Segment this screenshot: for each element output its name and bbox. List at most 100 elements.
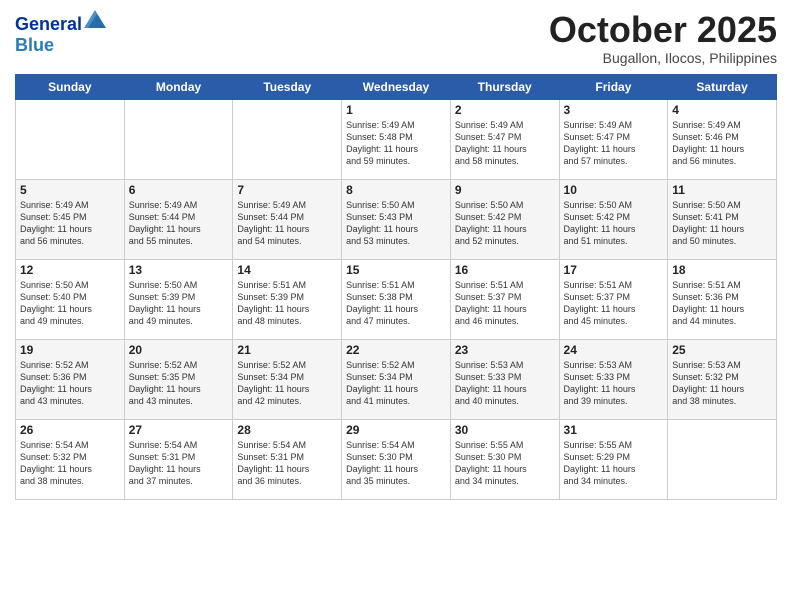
- calendar-cell: 5 Sunrise: 5:49 AM Sunset: 5:45 PM Daylig…: [16, 179, 125, 259]
- calendar-week-1: 1 Sunrise: 5:49 AM Sunset: 5:48 PM Daylig…: [16, 99, 777, 179]
- cell-detail: Sunrise: 5:54 AM Sunset: 5:32 PM Dayligh…: [20, 439, 120, 488]
- day-number: 15: [346, 263, 446, 277]
- calendar-cell: [233, 99, 342, 179]
- cell-detail: Sunrise: 5:49 AM Sunset: 5:45 PM Dayligh…: [20, 199, 120, 248]
- calendar-week-4: 19Sunrise: 5:52 AM Sunset: 5:36 PM Dayli…: [16, 339, 777, 419]
- day-number: 10: [564, 183, 664, 197]
- cell-detail: Sunrise: 5:53 AM Sunset: 5:33 PM Dayligh…: [455, 359, 555, 408]
- calendar-cell: [668, 419, 777, 499]
- logo-general: General: [15, 14, 82, 35]
- weekday-header-monday: Monday: [124, 74, 233, 99]
- calendar-cell: 31 Sunrise: 5:55 AM Sunset: 5:29 PM Dayli…: [559, 419, 668, 499]
- cell-detail: Sunrise: 5:52 AM Sunset: 5:34 PM Dayligh…: [346, 359, 446, 408]
- day-number: 30: [455, 423, 555, 437]
- day-number: 26: [20, 423, 120, 437]
- calendar-cell: 21 Sunrise: 5:52 AM Sunset: 5:34 PM Dayli…: [233, 339, 342, 419]
- day-number: 13: [129, 263, 229, 277]
- weekday-header-thursday: Thursday: [450, 74, 559, 99]
- calendar-cell: 29 Sunrise: 5:54 AM Sunset: 5:30 PM Dayli…: [342, 419, 451, 499]
- cell-detail: Sunrise: 5:49 AM Sunset: 5:44 PM Dayligh…: [237, 199, 337, 248]
- calendar-cell: 1 Sunrise: 5:49 AM Sunset: 5:48 PM Daylig…: [342, 99, 451, 179]
- weekday-header-saturday: Saturday: [668, 74, 777, 99]
- calendar-cell: 13 Sunrise: 5:50 AM Sunset: 5:39 PM Dayli…: [124, 259, 233, 339]
- calendar-cell: 28 Sunrise: 5:54 AM Sunset: 5:31 PM Dayli…: [233, 419, 342, 499]
- cell-detail: Sunrise: 5:49 AM Sunset: 5:46 PM Dayligh…: [672, 119, 772, 168]
- day-number: 9: [455, 183, 555, 197]
- day-number: 17: [564, 263, 664, 277]
- calendar-header-row: SundayMondayTuesdayWednesdayThursdayFrid…: [16, 74, 777, 99]
- calendar-cell: [124, 99, 233, 179]
- cell-detail: Sunrise: 5:52 AM Sunset: 5:34 PM Dayligh…: [237, 359, 337, 408]
- cell-detail: Sunrise: 5:49 AM Sunset: 5:48 PM Dayligh…: [346, 119, 446, 168]
- day-number: 28: [237, 423, 337, 437]
- calendar-cell: 4 Sunrise: 5:49 AM Sunset: 5:46 PM Daylig…: [668, 99, 777, 179]
- cell-detail: Sunrise: 5:49 AM Sunset: 5:44 PM Dayligh…: [129, 199, 229, 248]
- day-number: 16: [455, 263, 555, 277]
- calendar-cell: 3Sunrise: 5:49 AM Sunset: 5:47 PM Daylig…: [559, 99, 668, 179]
- page: General Blue October 2025 Bugallon, Iloc…: [0, 0, 792, 612]
- day-number: 18: [672, 263, 772, 277]
- cell-detail: Sunrise: 5:50 AM Sunset: 5:42 PM Dayligh…: [564, 199, 664, 248]
- day-number: 24: [564, 343, 664, 357]
- calendar-cell: 17 Sunrise: 5:51 AM Sunset: 5:37 PM Dayli…: [559, 259, 668, 339]
- calendar-cell: 11Sunrise: 5:50 AM Sunset: 5:41 PM Dayli…: [668, 179, 777, 259]
- calendar-cell: 30 Sunrise: 5:55 AM Sunset: 5:30 PM Dayli…: [450, 419, 559, 499]
- calendar-cell: 25 Sunrise: 5:53 AM Sunset: 5:32 PM Dayli…: [668, 339, 777, 419]
- day-number: 3: [564, 103, 664, 117]
- day-number: 8: [346, 183, 446, 197]
- logo-icon: [84, 10, 106, 28]
- calendar-cell: 7 Sunrise: 5:49 AM Sunset: 5:44 PM Daylig…: [233, 179, 342, 259]
- calendar-week-5: 26 Sunrise: 5:54 AM Sunset: 5:32 PM Dayli…: [16, 419, 777, 499]
- cell-detail: Sunrise: 5:51 AM Sunset: 5:36 PM Dayligh…: [672, 279, 772, 328]
- day-number: 6: [129, 183, 229, 197]
- calendar-cell: 8Sunrise: 5:50 AM Sunset: 5:43 PM Daylig…: [342, 179, 451, 259]
- cell-detail: Sunrise: 5:53 AM Sunset: 5:32 PM Dayligh…: [672, 359, 772, 408]
- calendar-cell: 14Sunrise: 5:51 AM Sunset: 5:39 PM Dayli…: [233, 259, 342, 339]
- calendar-cell: 20Sunrise: 5:52 AM Sunset: 5:35 PM Dayli…: [124, 339, 233, 419]
- day-number: 1: [346, 103, 446, 117]
- day-number: 29: [346, 423, 446, 437]
- cell-detail: Sunrise: 5:52 AM Sunset: 5:35 PM Dayligh…: [129, 359, 229, 408]
- calendar-cell: 15Sunrise: 5:51 AM Sunset: 5:38 PM Dayli…: [342, 259, 451, 339]
- cell-detail: Sunrise: 5:50 AM Sunset: 5:42 PM Dayligh…: [455, 199, 555, 248]
- cell-detail: Sunrise: 5:55 AM Sunset: 5:29 PM Dayligh…: [564, 439, 664, 488]
- title-block: October 2025 Bugallon, Ilocos, Philippin…: [549, 10, 777, 66]
- logo: General Blue: [15, 14, 106, 55]
- weekday-header-wednesday: Wednesday: [342, 74, 451, 99]
- day-number: 31: [564, 423, 664, 437]
- cell-detail: Sunrise: 5:49 AM Sunset: 5:47 PM Dayligh…: [455, 119, 555, 168]
- header: General Blue October 2025 Bugallon, Iloc…: [15, 10, 777, 66]
- cell-detail: Sunrise: 5:54 AM Sunset: 5:31 PM Dayligh…: [237, 439, 337, 488]
- day-number: 14: [237, 263, 337, 277]
- cell-detail: Sunrise: 5:52 AM Sunset: 5:36 PM Dayligh…: [20, 359, 120, 408]
- calendar-cell: 26 Sunrise: 5:54 AM Sunset: 5:32 PM Dayli…: [16, 419, 125, 499]
- logo-blue: Blue: [15, 35, 106, 56]
- calendar-cell: 23Sunrise: 5:53 AM Sunset: 5:33 PM Dayli…: [450, 339, 559, 419]
- weekday-header-tuesday: Tuesday: [233, 74, 342, 99]
- cell-detail: Sunrise: 5:53 AM Sunset: 5:33 PM Dayligh…: [564, 359, 664, 408]
- day-number: 4: [672, 103, 772, 117]
- calendar-cell: 2 Sunrise: 5:49 AM Sunset: 5:47 PM Daylig…: [450, 99, 559, 179]
- day-number: 7: [237, 183, 337, 197]
- day-number: 27: [129, 423, 229, 437]
- calendar-cell: [16, 99, 125, 179]
- cell-detail: Sunrise: 5:54 AM Sunset: 5:30 PM Dayligh…: [346, 439, 446, 488]
- cell-detail: Sunrise: 5:51 AM Sunset: 5:37 PM Dayligh…: [455, 279, 555, 328]
- day-number: 25: [672, 343, 772, 357]
- weekday-header-friday: Friday: [559, 74, 668, 99]
- calendar-cell: 27Sunrise: 5:54 AM Sunset: 5:31 PM Dayli…: [124, 419, 233, 499]
- cell-detail: Sunrise: 5:51 AM Sunset: 5:37 PM Dayligh…: [564, 279, 664, 328]
- day-number: 5: [20, 183, 120, 197]
- cell-detail: Sunrise: 5:50 AM Sunset: 5:39 PM Dayligh…: [129, 279, 229, 328]
- calendar-cell: 6 Sunrise: 5:49 AM Sunset: 5:44 PM Daylig…: [124, 179, 233, 259]
- calendar-cell: 10 Sunrise: 5:50 AM Sunset: 5:42 PM Dayli…: [559, 179, 668, 259]
- calendar-cell: 18 Sunrise: 5:51 AM Sunset: 5:36 PM Dayli…: [668, 259, 777, 339]
- calendar-cell: 24 Sunrise: 5:53 AM Sunset: 5:33 PM Dayli…: [559, 339, 668, 419]
- day-number: 12: [20, 263, 120, 277]
- weekday-header-sunday: Sunday: [16, 74, 125, 99]
- day-number: 2: [455, 103, 555, 117]
- day-number: 21: [237, 343, 337, 357]
- cell-detail: Sunrise: 5:50 AM Sunset: 5:41 PM Dayligh…: [672, 199, 772, 248]
- calendar-cell: 22Sunrise: 5:52 AM Sunset: 5:34 PM Dayli…: [342, 339, 451, 419]
- cell-detail: Sunrise: 5:55 AM Sunset: 5:30 PM Dayligh…: [455, 439, 555, 488]
